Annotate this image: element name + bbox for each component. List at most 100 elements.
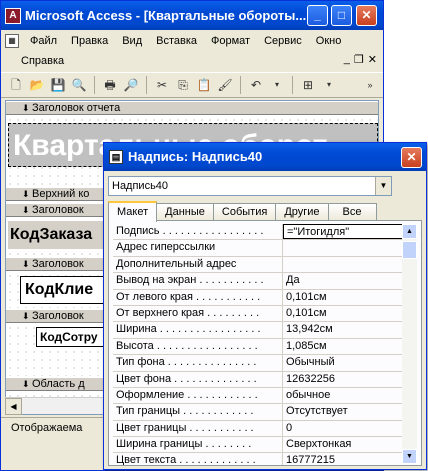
- properties-close-button[interactable]: ✕: [401, 147, 422, 168]
- print-preview-icon[interactable]: 🔎: [122, 76, 140, 94]
- section-arrow-icon: ⬇: [22, 189, 30, 199]
- section-label: Заголовок отчета: [32, 102, 121, 114]
- scroll-left-icon[interactable]: ◀: [5, 398, 22, 415]
- section-arrow-icon: ⬇: [22, 379, 30, 389]
- menu-insert[interactable]: Вставка: [149, 35, 204, 47]
- object-select-value: Надпись40: [112, 180, 169, 192]
- grouping-dropdown-icon[interactable]: ▾: [320, 76, 338, 94]
- tab-events[interactable]: События: [212, 203, 277, 221]
- mdi-controls: _ ❐ ✕: [344, 53, 377, 66]
- property-name: Ширина . . . . . . . . . . . . . . . . .: [113, 322, 283, 338]
- property-name: От верхнего края . . . . . . . . .: [113, 305, 283, 322]
- mdi-minimize-button[interactable]: _: [344, 53, 350, 66]
- property-value[interactable]: 12632256: [283, 372, 403, 387]
- property-value[interactable]: 0,101см: [283, 290, 403, 305]
- cut-icon[interactable]: ✂: [153, 76, 171, 94]
- status-text: Отображаема: [11, 422, 83, 434]
- property-name: Цвет границы . . . . . . . . . . .: [113, 420, 283, 437]
- tab-layout[interactable]: Макет: [108, 201, 158, 222]
- property-value[interactable]: 13,942см: [283, 322, 403, 337]
- copy-icon[interactable]: ⎘: [174, 76, 192, 94]
- scroll-up-icon[interactable]: ▲: [402, 224, 417, 239]
- property-value[interactable]: Обычный: [283, 355, 403, 370]
- menu-edit[interactable]: Правка: [64, 35, 115, 47]
- properties-titlebar[interactable]: ▤ Надпись: Надпись40 ✕: [104, 143, 426, 171]
- open-icon[interactable]: 📂: [28, 76, 46, 94]
- object-select[interactable]: Надпись40 ▼: [108, 176, 392, 196]
- property-value[interactable]: Сверхтонкая: [283, 437, 403, 452]
- property-value[interactable]: ="Итогидля": [283, 224, 403, 240]
- property-row[interactable]: Высота . . . . . . . . . . . . . . . . .…: [113, 338, 403, 356]
- property-row[interactable]: Цвет фона . . . . . . . . . . . . . . 126…: [113, 371, 403, 388]
- minimize-button[interactable]: _: [307, 5, 328, 26]
- section-arrow-icon: ⬇: [22, 259, 30, 269]
- grouping-icon[interactable]: ⊞: [299, 76, 317, 94]
- save-icon[interactable]: 💾: [49, 76, 67, 94]
- properties-title: Надпись: Надпись40: [128, 149, 263, 164]
- property-row[interactable]: Оформление . . . . . . . . . . . . обычно…: [113, 387, 403, 405]
- menu-format[interactable]: Формат: [204, 35, 257, 47]
- mdi-close-button[interactable]: ✕: [368, 53, 377, 66]
- menu-view[interactable]: Вид: [115, 35, 149, 47]
- property-row[interactable]: Дополнительный адрес: [113, 256, 403, 274]
- mdi-restore-button[interactable]: ❐: [354, 53, 364, 66]
- property-scrollbar[interactable]: ▲ ▼: [402, 224, 417, 464]
- property-row[interactable]: Цвет текста . . . . . . . . . . . . . 167…: [113, 453, 403, 465]
- property-value[interactable]: обычное: [283, 388, 403, 403]
- tab-data[interactable]: Данные: [156, 203, 214, 221]
- tab-all[interactable]: Все: [327, 203, 377, 221]
- property-name: Цвет фона . . . . . . . . . . . . . .: [113, 371, 283, 387]
- property-value[interactable]: 1,085см: [283, 339, 403, 354]
- property-row[interactable]: Ширина . . . . . . . . . . . . . . . . .…: [113, 322, 403, 339]
- format-painter-icon[interactable]: 🖌: [216, 76, 234, 94]
- section-label: Верхний ко: [32, 188, 90, 200]
- section-arrow-icon: ⬇: [22, 103, 30, 113]
- section-report-header[interactable]: ⬇ Заголовок отчета: [6, 101, 378, 115]
- property-row[interactable]: Вывод на экран . . . . . . . . . . . Да: [113, 273, 403, 290]
- property-name: Вывод на экран . . . . . . . . . . .: [113, 273, 283, 289]
- new-icon[interactable]: 🗋: [7, 76, 25, 94]
- property-row[interactable]: От левого края . . . . . . . . . . . 0,10…: [113, 289, 403, 306]
- property-value[interactable]: 0,101см: [283, 306, 403, 321]
- property-value[interactable]: [283, 240, 403, 255]
- property-value[interactable]: [283, 257, 403, 272]
- property-row[interactable]: От верхнего края . . . . . . . . . 0,101с…: [113, 305, 403, 323]
- scroll-thumb[interactable]: [402, 241, 417, 259]
- paste-icon[interactable]: 📋: [195, 76, 213, 94]
- menu-help[interactable]: Справка: [5, 55, 71, 67]
- document-icon[interactable]: ▦: [5, 34, 19, 48]
- access-icon: A: [5, 7, 21, 24]
- field-order-id[interactable]: КодЗаказа: [8, 221, 108, 249]
- scroll-down-icon[interactable]: ▼: [402, 449, 417, 464]
- chevron-down-icon[interactable]: ▼: [375, 177, 391, 195]
- property-name: Адрес гиперссылки: [113, 240, 283, 256]
- property-value[interactable]: 16777215: [283, 453, 403, 465]
- property-row[interactable]: Адрес гиперссылки: [113, 240, 403, 257]
- field-customer-id[interactable]: КодКлие: [20, 276, 110, 304]
- property-value[interactable]: Отсутствует: [283, 404, 403, 419]
- toolbar-options-icon[interactable]: »: [361, 76, 379, 94]
- section-label: Область д: [32, 378, 85, 390]
- property-row[interactable]: Цвет границы . . . . . . . . . . .0: [113, 420, 403, 438]
- property-value[interactable]: 0: [283, 421, 403, 436]
- standard-toolbar: 🗋 📂 💾 🔍 🖶 🔎 ✂ ⎘ 📋 🖌 ↶ ▾ ⊞ ▾ »: [1, 72, 383, 98]
- toolbar-separator: [94, 76, 95, 94]
- section-label: Заголовок: [32, 310, 84, 322]
- print-icon[interactable]: 🖶: [101, 76, 119, 94]
- maximize-button[interactable]: □: [331, 5, 352, 26]
- close-button[interactable]: ✕: [356, 5, 377, 26]
- property-name: Цвет текста . . . . . . . . . . . . .: [113, 453, 283, 465]
- undo-icon[interactable]: ↶: [247, 76, 265, 94]
- property-row[interactable]: Ширина границы . . . . . . . . Сверхтонка…: [113, 437, 403, 454]
- property-value[interactable]: Да: [283, 273, 403, 288]
- property-row[interactable]: Тип границы . . . . . . . . . . . . Отсут…: [113, 404, 403, 421]
- undo-dropdown-icon[interactable]: ▾: [268, 76, 286, 94]
- tab-other[interactable]: Другие: [275, 203, 329, 221]
- menu-file[interactable]: Файл: [23, 35, 64, 47]
- menu-tools[interactable]: Сервис: [257, 35, 309, 47]
- main-titlebar[interactable]: A Microsoft Access - [Квартальные оборот…: [1, 1, 383, 30]
- property-row[interactable]: Подпись . . . . . . . . . . . . . . . . …: [113, 224, 403, 241]
- property-row[interactable]: Тип фона . . . . . . . . . . . . . . . Об…: [113, 355, 403, 372]
- file-search-icon[interactable]: 🔍: [70, 76, 88, 94]
- menu-window[interactable]: Окно: [309, 35, 349, 47]
